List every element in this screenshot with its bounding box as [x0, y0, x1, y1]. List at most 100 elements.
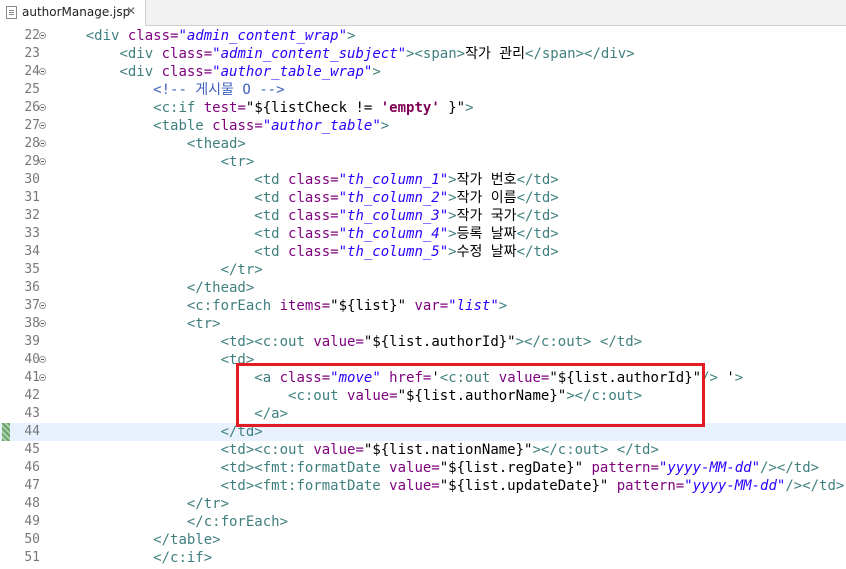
code-token: class=	[161, 46, 213, 62]
line-gutter: 33	[0, 225, 48, 243]
code-line[interactable]: 32 <td class="th_column_3">작가 국가</td>	[0, 207, 846, 225]
close-tab-icon[interactable]: ✕	[126, 4, 136, 18]
code-token: >	[347, 28, 356, 44]
code-token: </table>	[153, 532, 221, 548]
code-token: <table	[153, 118, 213, 134]
line-gutter: 50	[0, 531, 48, 549]
code-line[interactable]: 29 <tr>	[0, 153, 846, 171]
code-line[interactable]: 22 <div class="admin_content_wrap">	[0, 27, 846, 45]
code-text: <td class="th_column_5">수정 날짜</td>	[52, 244, 558, 260]
code-token: 'empty'	[380, 100, 440, 116]
code-line[interactable]: 35 </tr>	[0, 261, 846, 279]
code-line[interactable]: 36 </thead>	[0, 279, 846, 297]
line-gutter: 32	[0, 207, 48, 225]
code-token: "admin_content_wrap"	[178, 28, 348, 44]
code-token: </td>	[516, 208, 559, 224]
code-line[interactable]: 48 </tr>	[0, 495, 846, 513]
code-line[interactable]: 33 <td class="th_column_4">등록 날짜</td>	[0, 225, 846, 243]
code-text: <!-- 게시물 O -->	[52, 82, 284, 98]
code-line[interactable]: 30 <td class="th_column_1">작가 번호</td>	[0, 171, 846, 189]
fold-toggle-icon[interactable]	[39, 320, 46, 327]
code-line[interactable]: 23 <div class="admin_content_subject"><s…	[0, 45, 846, 63]
code-token: </c:out>	[524, 334, 592, 350]
code-line[interactable]: 51 </c:if>	[0, 549, 846, 567]
code-line[interactable]: 38 <tr>	[0, 315, 846, 333]
line-number: 26	[24, 100, 40, 115]
code-token: >	[448, 172, 457, 188]
code-token: "list"	[448, 298, 499, 314]
fold-toggle-icon[interactable]	[39, 68, 46, 75]
line-gutter: 27	[0, 117, 48, 135]
code-line[interactable]: 39 <td><c:out value="${list.authorId}"><…	[0, 333, 846, 351]
code-line[interactable]: 37 <c:forEach items="${list}" var="list"…	[0, 297, 846, 315]
code-line[interactable]: 31 <td class="th_column_2">작가 이름</td>	[0, 189, 846, 207]
line-gutter: 44	[0, 423, 48, 441]
code-token: class=	[288, 226, 339, 242]
code-line[interactable]: 46 <td><fmt:formatDate value="${list.reg…	[0, 459, 846, 477]
fold-toggle-icon[interactable]	[39, 140, 46, 147]
code-line[interactable]: 47 <td><fmt:formatDate value="${list.upd…	[0, 477, 846, 495]
line-gutter: 37	[0, 297, 48, 315]
code-token: class=	[288, 208, 339, 224]
line-number: 23	[24, 46, 40, 61]
code-text: <td><fmt:formatDate value="${list.update…	[52, 478, 845, 494]
code-text: <td><c:out value="${list.nationName}"></…	[52, 442, 659, 458]
line-gutter: 23	[0, 45, 48, 63]
code-line[interactable]: 25 <!-- 게시물 O -->	[0, 81, 846, 99]
code-token: <fmt:formatDate	[254, 478, 390, 494]
code-line[interactable]: 28 <thead>	[0, 135, 846, 153]
code-line[interactable]: 26 <c:if test="${listCheck != 'empty' }"…	[0, 99, 846, 117]
line-gutter: 24	[0, 63, 48, 81]
code-token: "th_column_5"	[338, 244, 449, 260]
code-editor[interactable]: 22 <div class="admin_content_wrap"> 23 <d…	[0, 26, 846, 569]
code-token: "yyyy-MM-dd"	[658, 460, 761, 476]
code-token: "${list.authorId}"	[363, 334, 516, 350]
code-token: <td	[254, 172, 289, 188]
line-number: 48	[24, 496, 40, 511]
code-token: '	[717, 370, 735, 386]
code-text: <table class="author_table">	[52, 118, 389, 134]
line-gutter: 41	[0, 369, 48, 387]
line-gutter: 39	[0, 333, 48, 351]
code-token: class=	[161, 64, 213, 80]
fold-toggle-icon[interactable]	[39, 32, 46, 39]
fold-toggle-icon[interactable]	[39, 374, 46, 381]
code-text: <thead>	[52, 136, 246, 152]
code-line[interactable]: 49 </c:forEach>	[0, 513, 846, 531]
code-token: items=	[279, 298, 331, 314]
code-token: </td>	[516, 172, 559, 188]
code-token: <td>	[220, 478, 255, 494]
code-token: pattern=	[608, 478, 685, 494]
line-gutter: 36	[0, 279, 48, 297]
code-token: class=	[288, 190, 339, 206]
code-token: value=	[389, 460, 440, 476]
code-token: "yyyy-MM-dd"	[684, 478, 786, 494]
code-line[interactable]: 24 <div class="author_table_wrap">	[0, 63, 846, 81]
code-token: <c:out	[254, 334, 314, 350]
file-tab[interactable]: authorManage.jsp ✕	[0, 0, 146, 26]
code-token: <c:forEach	[186, 298, 280, 314]
fold-toggle-icon[interactable]	[39, 302, 46, 309]
fold-toggle-icon[interactable]	[39, 104, 46, 111]
code-token: </td>	[776, 460, 820, 476]
code-text: </tr>	[52, 496, 229, 512]
code-line[interactable]: 50 </table>	[0, 531, 846, 549]
fold-toggle-icon[interactable]	[39, 356, 46, 363]
code-token: </c:out>	[540, 442, 609, 458]
fold-toggle-icon[interactable]	[39, 122, 46, 129]
fold-toggle-icon[interactable]	[39, 158, 46, 165]
line-number: 33	[24, 226, 40, 241]
code-line[interactable]: 27 <table class="author_table">	[0, 117, 846, 135]
code-token: >	[448, 244, 457, 260]
code-line[interactable]: 45 <td><c:out value="${list.nationName}"…	[0, 441, 846, 459]
code-line[interactable]: 34 <td class="th_column_5">수정 날짜</td>	[0, 243, 846, 261]
line-gutter: 25	[0, 81, 48, 99]
